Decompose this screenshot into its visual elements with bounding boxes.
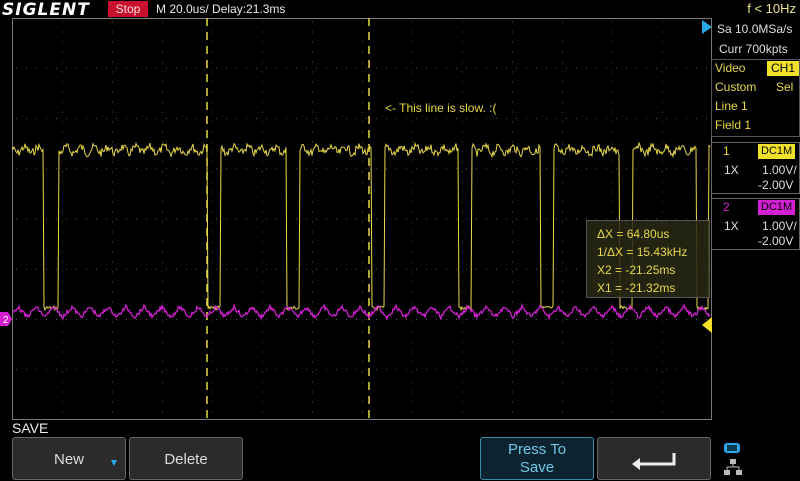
new-button[interactable]: New [12, 437, 126, 480]
menu-title: SAVE [12, 420, 49, 436]
delete-button-label: Delete [164, 451, 208, 468]
delta-x: ΔX = 64.80us [597, 227, 670, 241]
return-arrow-icon [632, 453, 676, 470]
delete-button[interactable]: Delete [129, 437, 243, 480]
trigger-mode: Video [715, 61, 746, 75]
channel-2-probe: 1X [724, 219, 739, 233]
annotation-text: <- This line is slow. :( [385, 101, 497, 115]
graticule [16, 21, 707, 413]
cursor-x1: X1 = -21.32ms [597, 281, 676, 295]
trigger-source-badge: CH1 [767, 61, 800, 76]
arrow-down-icon [111, 460, 117, 466]
back-button[interactable] [597, 437, 711, 480]
trigger-level-marker-icon[interactable] [702, 317, 712, 333]
trigger-line: Line 1 [715, 99, 748, 113]
cursor-x2: X2 = -21.25ms [597, 263, 676, 277]
channel-2-offset: -2.00V [758, 234, 794, 248]
channel-2-trace [11, 302, 711, 322]
press-to-save-line2: Save [519, 459, 555, 476]
channel-1-scale: 1.00V/ [762, 163, 797, 177]
trigger-sel: Sel [776, 80, 794, 94]
memory-depth: Curr 700kpts [719, 42, 788, 56]
channel-2-coupling: DC1M [758, 200, 796, 215]
press-to-save-line1: Press To [507, 441, 567, 458]
sample-rate: Sa 10.0MSa/s [717, 22, 793, 36]
trigger-field: Field 1 [715, 118, 752, 132]
channel-2-scale: 1.00V/ [762, 219, 797, 233]
channel-1-coupling: DC1M [758, 144, 796, 159]
network-icon[interactable] [722, 442, 744, 478]
new-button-label: New [53, 451, 84, 468]
ch2-ground-marker-icon[interactable]: 2 [0, 312, 12, 326]
channel-2-number: 2 [723, 200, 730, 214]
trigger-standard: Custom [715, 80, 757, 94]
channel-1-number: 1 [723, 144, 730, 158]
svg-text:2: 2 [3, 315, 9, 326]
cursor-measurement-panel: ΔX = 64.80us 1/ΔX = 15.43kHz X2 = -21.25… [586, 220, 710, 298]
press-to-save-button[interactable]: Press To Save [480, 437, 594, 480]
channel-1-probe: 1X [724, 163, 739, 177]
inverse-delta-x: 1/ΔX = 15.43kHz [597, 245, 688, 259]
channel-1-offset: -2.00V [758, 178, 794, 192]
